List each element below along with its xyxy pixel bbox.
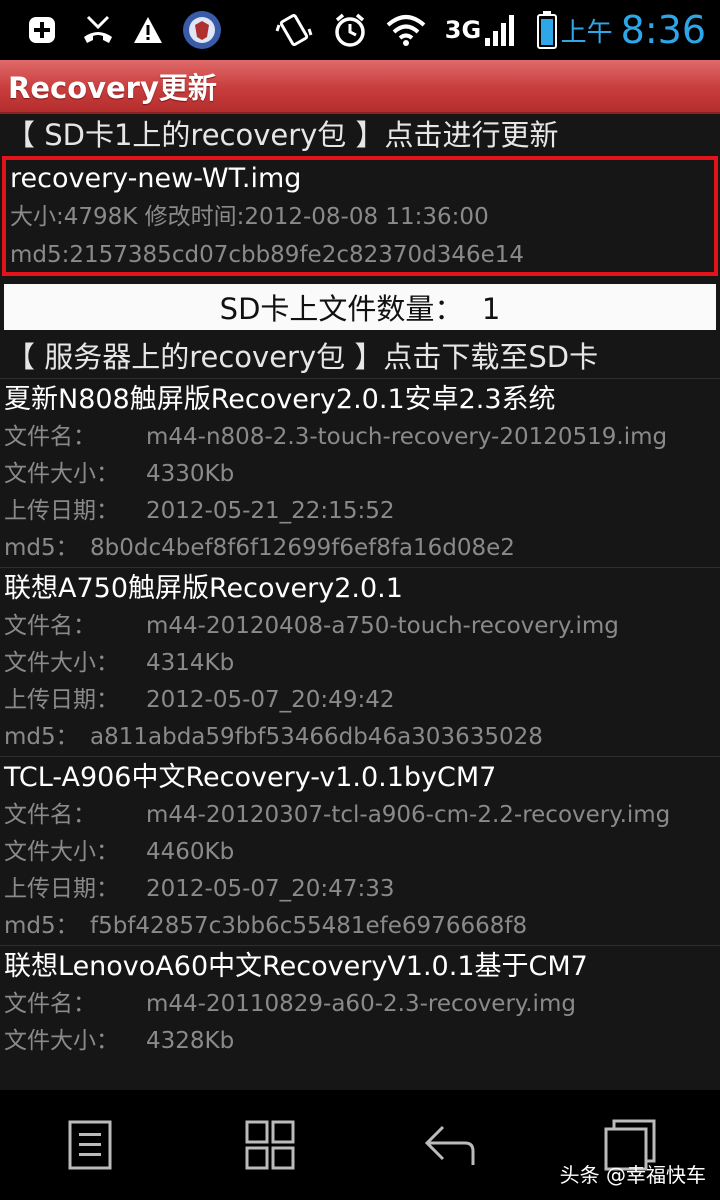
wifi-icon	[384, 8, 428, 52]
server-item-md5-row: md5： a811abda59fbf53466db46a303635028	[0, 719, 720, 756]
server-item-title: 联想LenovoA60中文RecoveryV1.0.1基于CM7	[4, 951, 588, 982]
clock-time: 8:36	[620, 8, 706, 52]
file-count-bar: SD卡上文件数量： 1	[4, 284, 716, 330]
vibrate-icon	[274, 8, 314, 52]
server-item-size-row: 文件大小： 4460Kb	[0, 834, 720, 871]
size-label: 文件大小：	[4, 839, 119, 865]
home-icon	[245, 1120, 295, 1170]
list-item[interactable]: 联想A750触屏版Recovery2.0.1 文件名： m44-20120408-…	[0, 567, 720, 756]
alarm-icon	[330, 8, 370, 52]
filename-label: 文件名：	[4, 424, 96, 450]
local-recovery-item[interactable]: recovery-new-WT.img 大小:4798K 修改时间:2012-0…	[2, 156, 718, 276]
server-item-filename: m44-20120307-tcl-a906-cm-2.2-recovery.im…	[146, 802, 671, 828]
app-badge-icon	[180, 8, 224, 52]
server-item-date: 2012-05-07_20:49:42	[146, 687, 395, 713]
watermark: 头条 @幸福快车	[559, 1163, 706, 1187]
server-item-size: 4328Kb	[146, 1028, 235, 1054]
warning-icon	[130, 8, 166, 52]
server-item-title: TCL-A906中文Recovery-v1.0.1byCM7	[4, 762, 497, 793]
server-item-date-row: 上传日期： 2012-05-07_20:47:33	[0, 871, 720, 908]
missed-call-icon	[78, 8, 118, 52]
local-item-info: 大小:4798K 修改时间:2012-08-08 11:36:00	[10, 204, 489, 230]
local-item-md5: md5:2157385cd07cbb89fe2c82370d346e14	[10, 242, 525, 268]
server-item-md5: 8b0dc4bef8f6f12699f6ef8fa16d08e2	[90, 535, 515, 561]
server-item-filename-row: 文件名： m44-n808-2.3-touch-recovery-20120519…	[0, 419, 720, 456]
size-label: 文件大小：	[4, 461, 119, 487]
clock-ampm: 上午	[560, 17, 613, 48]
server-section-header: 【 服务器上的recovery包 】点击下载至SD卡	[6, 340, 599, 374]
server-item-filename-row: 文件名： m44-20110829-a60-2.3-recovery.img	[0, 986, 720, 1023]
server-item-md5-row: md5： 8b0dc4bef8f6f12699f6ef8fa16d08e2	[0, 530, 720, 567]
server-item-date: 2012-05-07_20:47:33	[146, 876, 395, 902]
filename-label: 文件名：	[4, 991, 96, 1017]
server-item-date-row: 上传日期： 2012-05-07_20:49:42	[0, 682, 720, 719]
app-title-bar: Recovery更新	[0, 60, 720, 114]
back-icon	[424, 1125, 475, 1165]
server-item-filename: m44-n808-2.3-touch-recovery-20120519.img	[146, 424, 668, 450]
list-item[interactable]: 联想LenovoA60中文RecoveryV1.0.1基于CM7 文件名： m44…	[0, 945, 720, 1060]
server-item-date: 2012-05-21_22:15:52	[146, 498, 395, 524]
date-label: 上传日期：	[4, 498, 119, 524]
server-item-title: 夏新N808触屏版Recovery2.0.1安卓2.3系统	[4, 384, 556, 415]
date-label: 上传日期：	[4, 687, 119, 713]
server-item-size-row: 文件大小： 4314Kb	[0, 645, 720, 682]
server-item-filename-row: 文件名： m44-20120408-a750-touch-recovery.img	[0, 608, 720, 645]
home-button[interactable]	[225, 1110, 315, 1180]
local-section-header: 【 SD卡1上的recovery包 】点击进行更新	[6, 118, 559, 152]
size-label: 文件大小：	[4, 1028, 119, 1054]
app-title: Recovery更新	[8, 71, 217, 105]
list-item[interactable]: 夏新N808触屏版Recovery2.0.1安卓2.3系统 文件名： m44-n8…	[0, 378, 720, 567]
server-item-md5: f5bf42857c3bb6c55481efe6976668f8	[90, 913, 528, 939]
back-button[interactable]	[405, 1110, 495, 1180]
server-item-size: 4460Kb	[146, 839, 235, 865]
server-item-md5: a811abda59fbf53466db46a303635028	[90, 724, 543, 750]
server-item-filename: m44-20110829-a60-2.3-recovery.img	[146, 991, 576, 1017]
list-item[interactable]: TCL-A906中文Recovery-v1.0.1byCM7 文件名： m44-2…	[0, 756, 720, 945]
filename-label: 文件名：	[4, 613, 96, 639]
menu-icon	[68, 1120, 112, 1170]
server-item-date-row: 上传日期： 2012-05-21_22:15:52	[0, 493, 720, 530]
filename-label: 文件名：	[4, 802, 96, 828]
server-item-size-row: 文件大小： 4328Kb	[0, 1023, 720, 1060]
main-content[interactable]: 【 SD卡1上的recovery包 】点击进行更新 recovery-new-W…	[0, 114, 720, 1090]
server-item-md5-row: md5： f5bf42857c3bb6c55481efe6976668f8	[0, 908, 720, 945]
server-item-filename-row: 文件名： m44-20120307-tcl-a906-cm-2.2-recover…	[0, 797, 720, 834]
server-item-size-row: 文件大小： 4330Kb	[0, 456, 720, 493]
date-label: 上传日期：	[4, 876, 119, 902]
menu-button[interactable]	[45, 1110, 135, 1180]
network-type: 3G	[444, 16, 482, 44]
server-item-size: 4330Kb	[146, 461, 235, 487]
add-notification-icon	[24, 8, 60, 52]
file-count-text: SD卡上文件数量： 1	[219, 292, 501, 326]
server-item-filename: m44-20120408-a750-touch-recovery.img	[146, 613, 619, 639]
server-item-size: 4314Kb	[146, 650, 235, 676]
signal-icon: 3G	[444, 8, 518, 52]
status-bar: 3G 上午 8:36	[0, 0, 720, 60]
md5-label: md5：	[4, 724, 79, 750]
server-recovery-list: 夏新N808触屏版Recovery2.0.1安卓2.3系统 文件名： m44-n8…	[0, 378, 720, 1060]
md5-label: md5：	[4, 535, 79, 561]
local-item-name: recovery-new-WT.img	[10, 163, 302, 194]
size-label: 文件大小：	[4, 650, 119, 676]
battery-icon	[534, 8, 560, 52]
server-item-title: 联想A750触屏版Recovery2.0.1	[4, 573, 403, 604]
md5-label: md5：	[4, 913, 79, 939]
clock: 上午 8:36	[561, 8, 706, 52]
